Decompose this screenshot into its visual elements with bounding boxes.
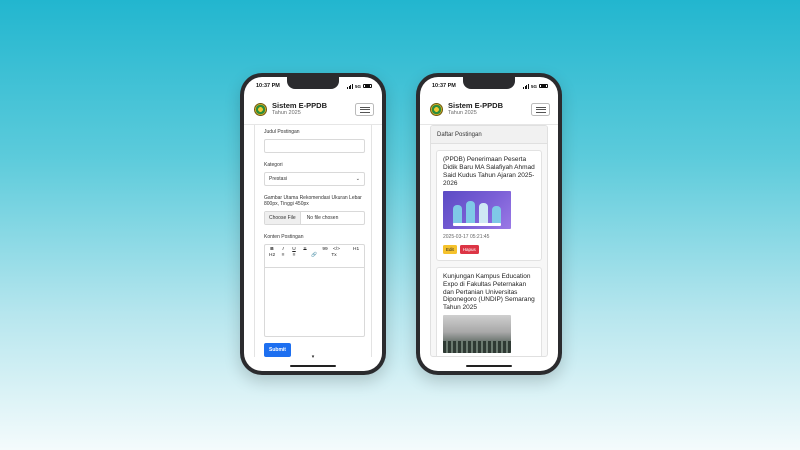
status-icons: 5G <box>523 84 548 89</box>
file-status: No file chosen <box>306 215 339 221</box>
post-thumbnail <box>443 190 511 229</box>
category-value: Prestasi <box>269 176 288 182</box>
brand-subtitle: Tahun 2025 <box>448 110 477 117</box>
battery-icon <box>539 83 548 89</box>
delete-button[interactable]: Hapus <box>459 244 479 254</box>
screen-right: 10:37 PM 5G Sistem E-PPDB Tahun 2025 Daf… <box>420 77 558 371</box>
list-item: Kunjungan Kampus Education Expo di Fakul… <box>436 266 542 356</box>
signal-icon <box>523 84 529 89</box>
ordered-list-icon[interactable]: ≡ <box>280 253 286 258</box>
title-label: Judul Postingan <box>264 129 300 135</box>
bullet-list-icon[interactable]: ≡ <box>291 253 297 258</box>
phone-right: 10:37 PM 5G Sistem E-PPDB Tahun 2025 Daf… <box>416 73 562 375</box>
battery-icon <box>363 83 372 89</box>
status-icons: 5G <box>347 84 372 89</box>
post-list-card: Daftar Postingan (PPDB) Penerimaan Peser… <box>430 125 548 357</box>
school-emblem-icon <box>254 102 267 116</box>
screen-left: 10:37 PM 5G Sistem E-PPDB Tahun 2025 Jud… <box>244 77 382 371</box>
navbar: Sistem E-PPDB Tahun 2025 <box>244 95 382 125</box>
phone-notch <box>287 77 339 89</box>
home-indicator[interactable] <box>290 365 336 367</box>
edit-button[interactable]: Edit <box>443 244 457 254</box>
underline-icon[interactable]: U <box>291 247 297 252</box>
category-select[interactable]: Prestasi ⌄ <box>264 172 365 186</box>
brand-text: Sistem E-PPDB Tahun 2025 <box>448 100 504 117</box>
bold-icon[interactable]: B <box>269 247 275 252</box>
brand-title: Sistem E-PPDB <box>448 100 504 110</box>
content-label: Konten Postingan <box>264 234 304 240</box>
hamburger-menu-icon[interactable] <box>355 103 374 116</box>
heading2-icon[interactable]: H2 <box>269 253 275 258</box>
brand[interactable]: Sistem E-PPDB Tahun 2025 <box>430 100 504 117</box>
category-label: Kategori <box>264 162 283 168</box>
quote-icon[interactable]: 99 <box>322 247 328 252</box>
hamburger-menu-icon[interactable] <box>531 103 550 116</box>
caret-down-icon: ▾ <box>311 354 315 360</box>
clear-format-icon[interactable]: Tx <box>331 253 337 258</box>
network-label: 5G <box>354 83 361 89</box>
link-icon[interactable]: 🔗 <box>311 253 317 258</box>
chevron-down-icon: ⌄ <box>355 176 360 182</box>
italic-icon[interactable]: I <box>280 247 286 252</box>
brand-title: Sistem E-PPDB <box>272 100 328 110</box>
brand[interactable]: Sistem E-PPDB Tahun 2025 <box>254 100 328 117</box>
post-thumbnail <box>443 315 511 354</box>
image-file-input[interactable]: Choose File No file chosen <box>264 211 365 225</box>
status-time: 10:37 PM <box>432 83 456 89</box>
choose-file-button[interactable]: Choose File <box>265 212 301 224</box>
image-label: Gambar Utama Rekomendasi Ukuran Lebar 80… <box>264 195 362 207</box>
post-form: Judul Postingan Kategori Prestasi ⌄ Gamb… <box>254 125 372 357</box>
list-item: (PPDB) Penerimaan Peserta Didik Baru MA … <box>436 150 542 261</box>
content-editor[interactable]: B I U S 99 </> H1 H2 ≡ ≡ 🔗 Tx <box>264 244 365 337</box>
post-actions: Edit Hapus <box>443 244 536 254</box>
signal-icon <box>347 84 353 89</box>
strike-icon[interactable]: S <box>302 247 308 252</box>
post-title[interactable]: (PPDB) Penerimaan Peserta Didik Baru MA … <box>443 156 536 188</box>
brand-text: Sistem E-PPDB Tahun 2025 <box>272 100 328 117</box>
network-label: 5G <box>530 83 537 89</box>
status-time: 10:37 PM <box>256 83 280 89</box>
post-title[interactable]: Kunjungan Kampus Education Expo di Fakul… <box>443 273 536 313</box>
school-emblem-icon <box>430 102 443 116</box>
post-list-header: Daftar Postingan <box>431 126 547 144</box>
phone-left: 10:37 PM 5G Sistem E-PPDB Tahun 2025 Jud… <box>240 73 386 375</box>
submit-button[interactable]: Submit <box>264 343 291 357</box>
title-input[interactable] <box>264 139 365 153</box>
heading1-icon[interactable]: H1 <box>353 247 359 252</box>
navbar: Sistem E-PPDB Tahun 2025 <box>420 95 558 125</box>
code-icon[interactable]: </> <box>333 247 340 252</box>
editor-toolbar: B I U S 99 </> H1 H2 ≡ ≡ 🔗 Tx <box>265 245 364 268</box>
brand-subtitle: Tahun 2025 <box>272 110 301 117</box>
phone-notch <box>463 77 515 89</box>
post-date: 2025-03-17 05:21:45 <box>443 233 490 240</box>
home-indicator[interactable] <box>466 365 512 367</box>
